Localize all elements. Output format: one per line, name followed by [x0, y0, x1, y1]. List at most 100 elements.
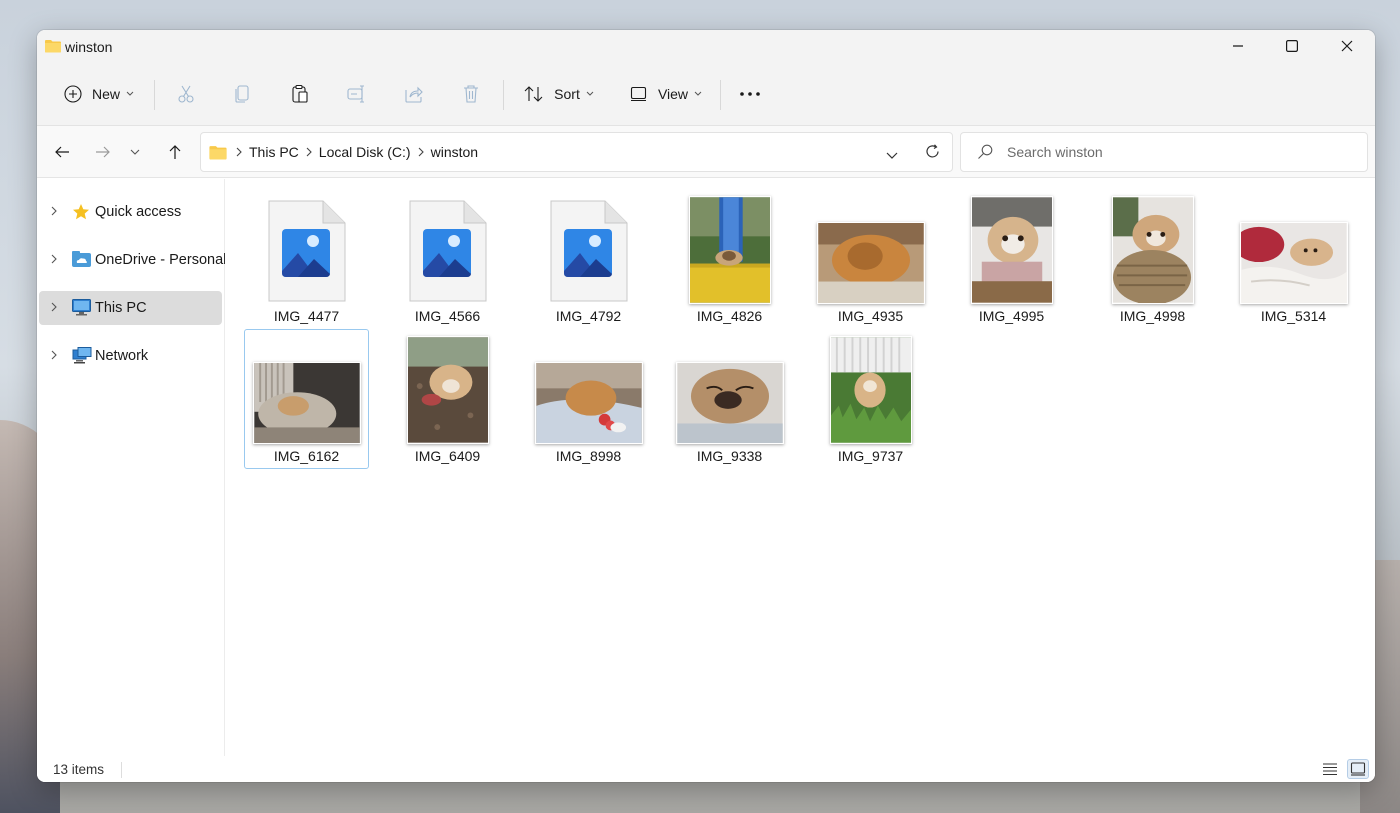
file-item[interactable]: IMG_8998 [526, 329, 651, 469]
file-item[interactable]: IMG_4935 [808, 189, 933, 329]
close-button[interactable] [1320, 30, 1374, 62]
toolbar-separator [720, 80, 721, 110]
view-button[interactable]: View [626, 76, 706, 112]
refresh-icon [926, 144, 939, 158]
view-icon [630, 86, 647, 102]
recent-locations-button[interactable] [125, 138, 145, 166]
file-name: IMG_9737 [837, 448, 904, 464]
photo-thumbnail [406, 336, 489, 444]
image-file-icon [268, 200, 345, 302]
chevron-right-icon [51, 350, 57, 360]
file-name: IMG_5314 [1260, 308, 1327, 324]
file-name: IMG_4566 [414, 308, 481, 324]
chevron-down-icon [694, 91, 702, 96]
file-item[interactable]: IMG_4826 [667, 189, 792, 329]
back-button[interactable] [48, 138, 76, 166]
copy-button[interactable] [230, 76, 256, 112]
search-box[interactable] [960, 132, 1368, 172]
photo-thumbnail [816, 222, 925, 304]
thumbnail-area [527, 194, 650, 304]
thumbnail-area [809, 334, 932, 444]
sort-label: Sort [554, 86, 580, 102]
address-bar[interactable]: This PC Local Disk (C:) winston [200, 132, 953, 172]
search-input[interactable] [1007, 144, 1347, 160]
chevron-right-icon [51, 206, 57, 216]
title-bar[interactable]: winston [37, 30, 1375, 62]
image-file-icon [409, 200, 486, 302]
file-name: IMG_4826 [696, 308, 763, 324]
status-bar: 13 items [37, 756, 1375, 782]
photo-thumbnail [252, 362, 361, 444]
file-item[interactable]: IMG_4998 [1090, 189, 1215, 329]
command-bar: New Sort View [37, 62, 1375, 126]
copy-icon [235, 85, 249, 103]
refresh-button[interactable] [925, 144, 940, 164]
plus-circle-icon [64, 85, 82, 103]
sidebar-item-this-pc[interactable]: This PC [39, 291, 222, 325]
file-name: IMG_6409 [414, 448, 481, 464]
thumbnail-area [668, 194, 791, 304]
large-icons-view-button[interactable] [1347, 759, 1369, 779]
thumbnail-area [950, 194, 1073, 304]
file-name: IMG_4998 [1119, 308, 1186, 324]
details-view-button[interactable] [1319, 759, 1341, 779]
more-button[interactable] [736, 76, 764, 112]
maximize-button[interactable] [1265, 30, 1319, 62]
file-item[interactable]: IMG_9338 [667, 329, 792, 469]
sort-button[interactable]: Sort [521, 76, 597, 112]
chevron-right-icon [236, 147, 242, 157]
file-item[interactable]: IMG_5314 [1231, 189, 1356, 329]
rename-icon [347, 85, 364, 103]
chevron-right-icon [51, 302, 57, 312]
delete-button[interactable] [458, 76, 484, 112]
file-item[interactable]: IMG_6162 [244, 329, 369, 469]
file-list: IMG_4477 IMG_4566 IMG_4792 IMG_4826 IMG_… [225, 179, 1375, 756]
address-history-button[interactable] [886, 147, 898, 165]
file-item[interactable]: IMG_6409 [385, 329, 510, 469]
photo-thumbnail [1111, 196, 1194, 304]
navigation-pane: Quick access OneDrive - Personal This PC… [37, 179, 226, 756]
sidebar-item-label: This PC [95, 300, 147, 316]
file-item[interactable]: IMG_4792 [526, 189, 651, 329]
window-title: winston [65, 39, 113, 55]
photo-thumbnail [688, 196, 771, 304]
share-button[interactable] [401, 76, 427, 112]
sidebar-item-quick-access[interactable]: Quick access [39, 195, 222, 229]
file-name: IMG_8998 [555, 448, 622, 464]
sidebar-item-onedrive[interactable]: OneDrive - Personal [39, 243, 226, 277]
file-name: IMG_6162 [273, 448, 340, 464]
minimize-button[interactable] [1211, 30, 1265, 62]
rename-button[interactable] [344, 76, 370, 112]
file-name: IMG_4935 [837, 308, 904, 324]
file-name: IMG_4477 [273, 308, 340, 324]
folder-icon [45, 39, 61, 58]
breadcrumb-winston[interactable]: winston [431, 144, 478, 160]
star-icon [73, 204, 89, 220]
sidebar-item-label: Quick access [95, 204, 182, 220]
file-item[interactable]: IMG_4566 [385, 189, 510, 329]
file-item[interactable]: IMG_4995 [949, 189, 1074, 329]
thumbnail-area [809, 194, 932, 304]
new-button[interactable]: New [61, 76, 137, 112]
photo-thumbnail [970, 196, 1053, 304]
minimize-icon [1233, 45, 1243, 47]
paste-button[interactable] [287, 76, 313, 112]
thumbnail-area [1091, 194, 1214, 304]
chevron-down-icon [126, 91, 134, 96]
navigation-bar: This PC Local Disk (C:) winston [37, 126, 1375, 178]
file-item[interactable]: IMG_9737 [808, 329, 933, 469]
sidebar-item-network[interactable]: Network [39, 339, 222, 373]
thumbnail-area [245, 334, 368, 444]
breadcrumb-local-disk[interactable]: Local Disk (C:) [319, 144, 411, 160]
photo-thumbnail [1239, 222, 1348, 304]
details-view-icon [1323, 763, 1337, 776]
cut-button[interactable] [173, 76, 199, 112]
up-button[interactable] [161, 138, 189, 166]
thumbnail-area [245, 194, 368, 304]
forward-button[interactable] [89, 138, 117, 166]
file-item[interactable]: IMG_4477 [244, 189, 369, 329]
chevron-right-icon [418, 147, 424, 157]
breadcrumb-this-pc[interactable]: This PC [249, 144, 299, 160]
chevron-right-icon [51, 254, 57, 264]
folder-icon [209, 145, 227, 160]
